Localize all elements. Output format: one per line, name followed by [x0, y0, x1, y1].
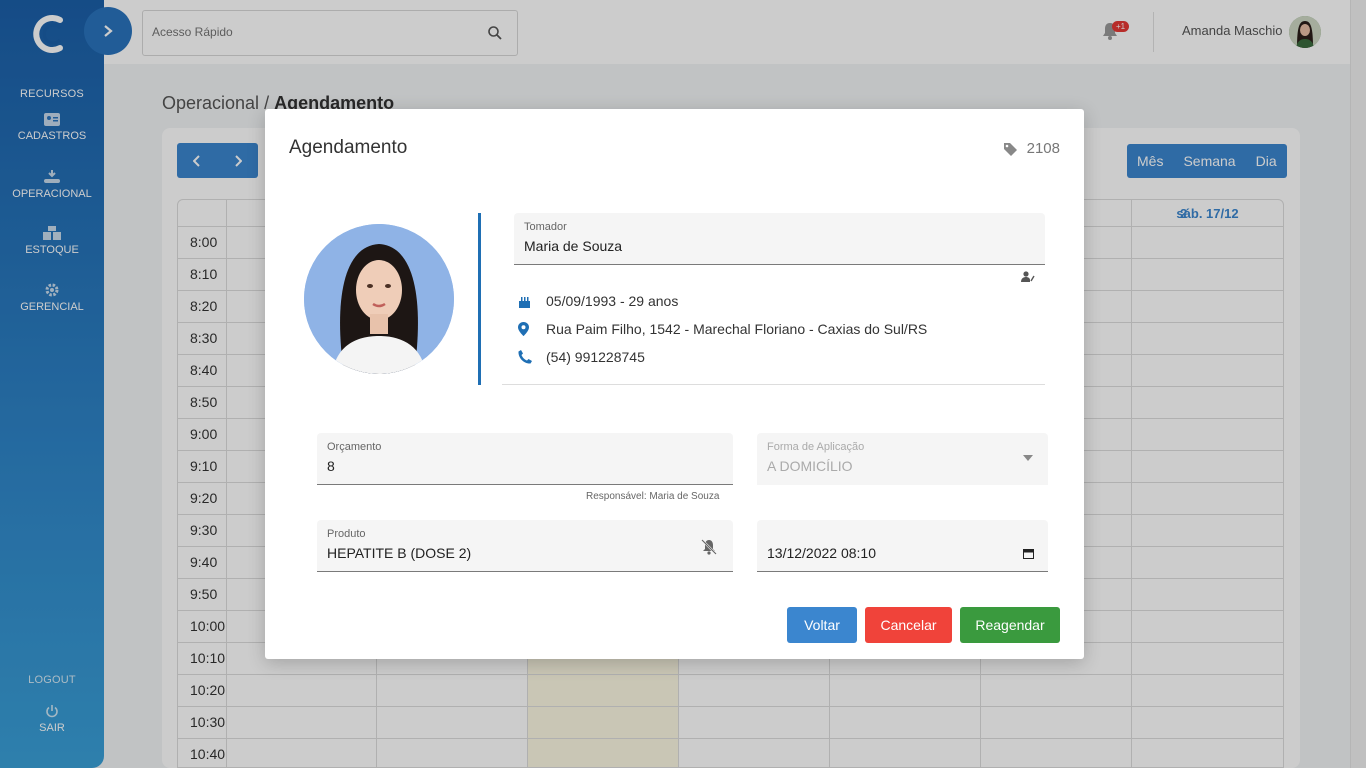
bell-slash-icon[interactable]	[701, 539, 717, 555]
profile-divider	[478, 213, 481, 385]
orcamento-field[interactable]: Orçamento 8	[317, 433, 733, 485]
modal-title: Agendamento	[289, 137, 408, 158]
phone-info: (54) 991228745	[518, 349, 645, 365]
birth-text: 05/09/1993 - 29 anos	[546, 293, 679, 309]
birth-info: 05/09/1993 - 29 anos	[518, 293, 678, 309]
datetime-field[interactable]: 13/12/2022 08:10	[757, 520, 1048, 572]
orcamento-label: Orçamento	[327, 441, 382, 453]
map-pin-icon	[518, 322, 529, 336]
address-info: Rua Paim Filho, 1542 - Marechal Floriano…	[518, 321, 927, 337]
phone-text: (54) 991228745	[546, 349, 645, 365]
tomador-value: Maria de Souza	[524, 238, 623, 254]
forma-aplicacao-value: A DOMICÍLIO	[767, 458, 853, 474]
address-text: Rua Paim Filho, 1542 - Marechal Floriano…	[546, 321, 928, 337]
forma-aplicacao-select[interactable]: Forma de Aplicação A DOMICÍLIO	[757, 433, 1048, 485]
edit-user-icon[interactable]	[1021, 271, 1035, 283]
appointment-id-value: 2108	[1026, 140, 1060, 157]
tags-icon	[1003, 142, 1017, 156]
appointment-modal: Agendamento 2108 Tomador Maria de Souza …	[265, 109, 1084, 659]
dropdown-arrow-icon	[1023, 455, 1033, 461]
birthday-cake-icon	[519, 296, 530, 308]
orcamento-value: 8	[327, 458, 335, 474]
produto-value: HEPATITE B (DOSE 2)	[327, 545, 472, 561]
produto-label: Produto	[327, 528, 366, 540]
tomador-label: Tomador	[524, 221, 567, 233]
forma-aplicacao-label: Forma de Aplicação	[767, 441, 865, 453]
calendar-icon[interactable]	[1023, 548, 1034, 559]
tomador-field[interactable]: Tomador Maria de Souza	[514, 213, 1045, 265]
reagendar-button[interactable]: Reagendar	[960, 607, 1060, 643]
datetime-value: 13/12/2022 08:10	[767, 545, 876, 561]
client-photo	[304, 224, 454, 374]
cancelar-button[interactable]: Cancelar	[865, 607, 952, 643]
voltar-button[interactable]: Voltar	[787, 607, 857, 643]
info-divider	[502, 384, 1045, 385]
appointment-id: 2108	[1003, 140, 1060, 157]
produto-field[interactable]: Produto HEPATITE B (DOSE 2)	[317, 520, 733, 572]
phone-icon	[518, 350, 532, 364]
responsavel-text: Responsável: Maria de Souza	[586, 491, 720, 502]
